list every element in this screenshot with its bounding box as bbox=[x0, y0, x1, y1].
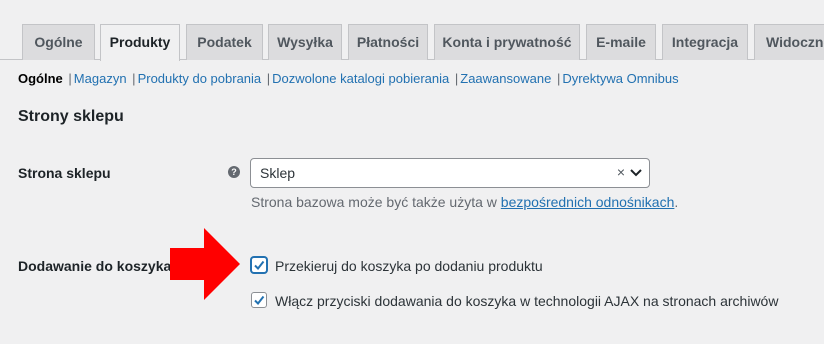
chevron-down-icon[interactable] bbox=[629, 167, 643, 179]
subnav-separator: | bbox=[454, 71, 459, 86]
subnav-separator: | bbox=[132, 71, 136, 86]
tab-accounts-privacy[interactable]: Konta i prywatność bbox=[434, 24, 580, 60]
section-subnav: Ogólne | Magazyn | Produkty do pobrania | D… bbox=[18, 70, 679, 88]
tab-integration[interactable]: Integracja bbox=[662, 24, 748, 60]
shop-page-description: Strona bazowa może być także użyta w bez… bbox=[251, 194, 679, 210]
ajax-add-to-cart-label[interactable]: Włącz przyciski dodawania do koszyka w t… bbox=[275, 293, 778, 309]
tab-visibility[interactable]: Widoczno bbox=[754, 24, 824, 60]
red-arrow-icon bbox=[170, 228, 240, 300]
tab-emails[interactable]: E-maile bbox=[586, 24, 656, 60]
subnav-general[interactable]: Ogólne bbox=[18, 71, 63, 86]
shop-page-label: Strona sklepu bbox=[18, 165, 111, 181]
subnav-download-dirs[interactable]: Dozwolone katalogi pobierania bbox=[272, 71, 449, 86]
tab-general[interactable]: Ogólne bbox=[22, 24, 95, 60]
checkmark-icon bbox=[254, 295, 265, 306]
ajax-add-to-cart-checkbox[interactable] bbox=[251, 292, 267, 308]
shop-page-select[interactable]: Sklep × bbox=[250, 158, 650, 188]
permalinks-link[interactable]: bezpośrednich odnośnikach bbox=[501, 194, 675, 210]
settings-page: Ogólne Produkty Podatek Wysyłka Płatnośc… bbox=[0, 0, 824, 344]
redirect-to-cart-label[interactable]: Przekieruj do koszyka po dodaniu produkt… bbox=[275, 258, 543, 274]
subnav-separator: | bbox=[68, 71, 72, 86]
subnav-advanced[interactable]: Zaawansowane bbox=[460, 71, 551, 86]
add-to-cart-label: Dodawanie do koszyka bbox=[18, 258, 172, 274]
question-circle-icon[interactable]: ? bbox=[228, 166, 240, 178]
tab-shipping[interactable]: Wysyłka bbox=[268, 24, 342, 60]
section-title: Strony sklepu bbox=[18, 108, 124, 125]
checkmark-icon bbox=[254, 260, 265, 271]
tab-payments[interactable]: Płatności bbox=[348, 24, 428, 60]
subnav-separator: | bbox=[266, 71, 271, 86]
clear-selection-icon[interactable]: × bbox=[617, 164, 625, 180]
tab-products[interactable]: Produkty bbox=[100, 24, 180, 61]
subnav-downloadable[interactable]: Produkty do pobrania bbox=[138, 71, 262, 86]
subnav-separator: | bbox=[556, 71, 561, 86]
redirect-to-cart-checkbox[interactable] bbox=[251, 257, 267, 273]
tab-tax[interactable]: Podatek bbox=[186, 24, 263, 60]
subnav-omnibus[interactable]: Dyrektywa Omnibus bbox=[562, 71, 678, 86]
settings-tabbar: Ogólne Produkty Podatek Wysyłka Płatnośc… bbox=[0, 0, 824, 61]
shop-page-selected-value: Sklep bbox=[260, 165, 296, 181]
subnav-inventory[interactable]: Magazyn bbox=[74, 71, 127, 86]
